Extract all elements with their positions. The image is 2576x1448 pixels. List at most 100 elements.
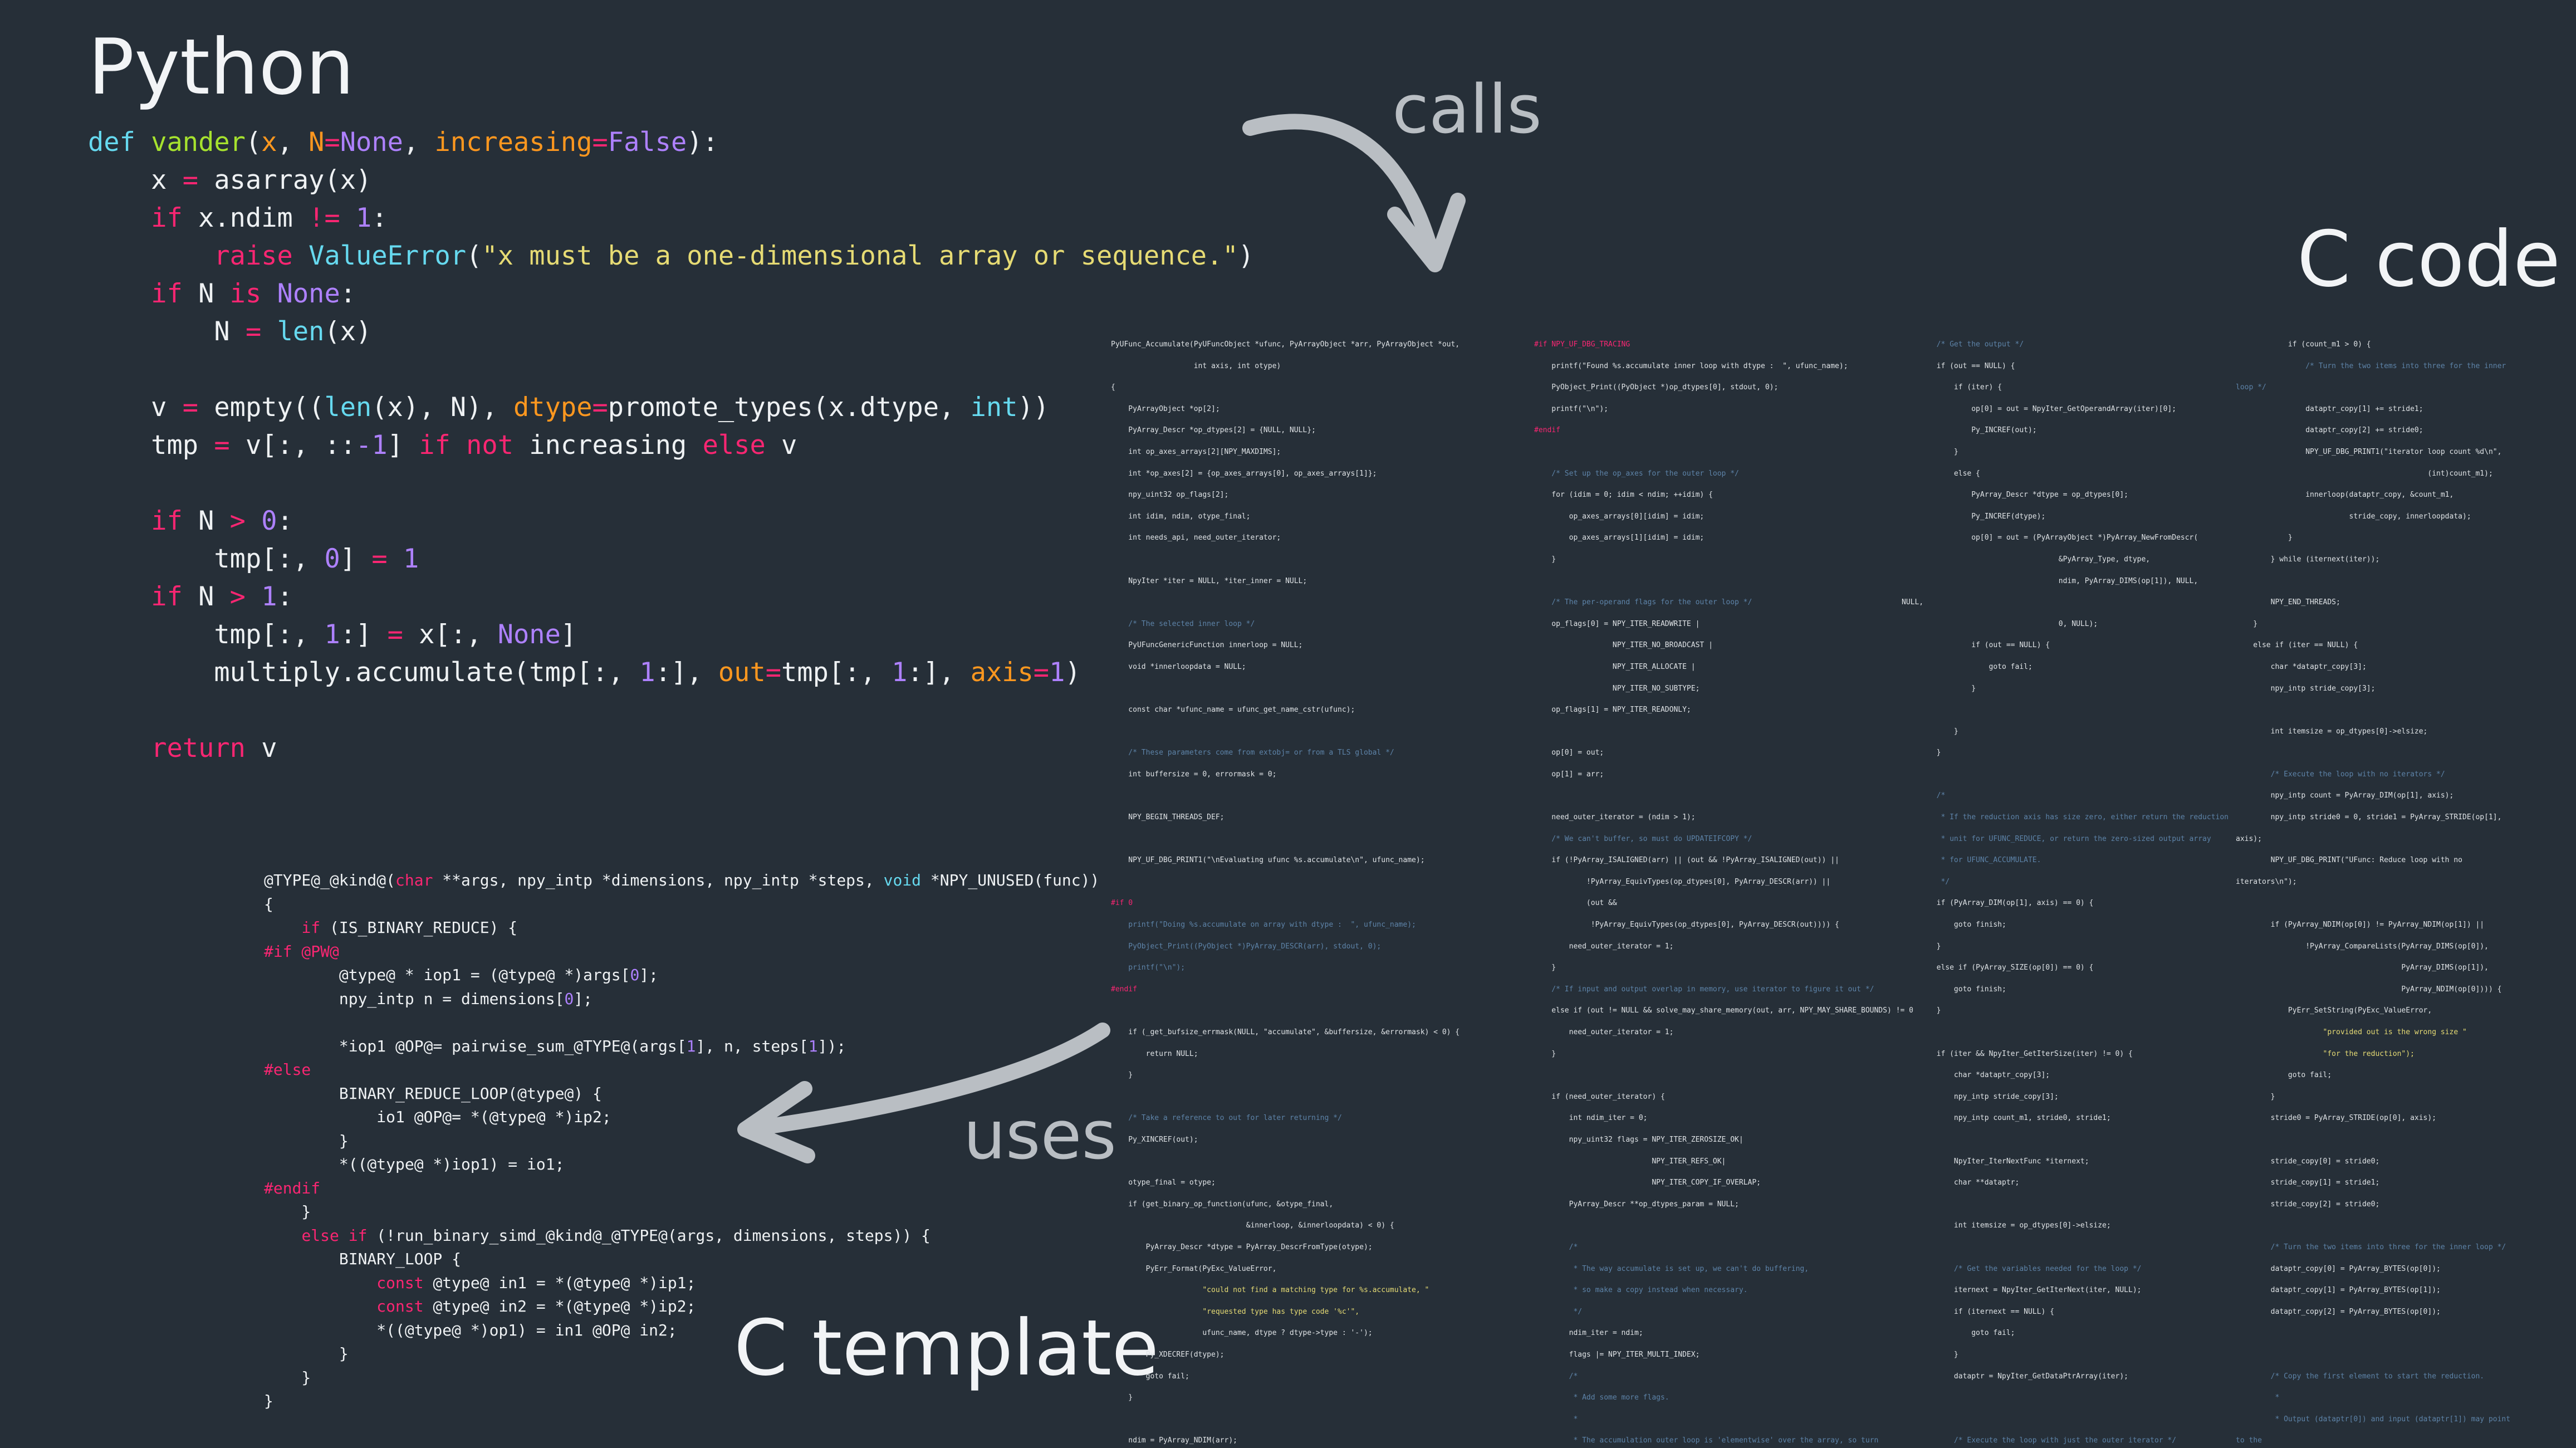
code-line: PyArray_Descr *dtype = op_dtypes[0]; xyxy=(1902,485,2247,506)
code-token: /* xyxy=(1534,1242,1578,1251)
code-token: :], xyxy=(655,657,718,688)
code-token: ]); xyxy=(817,1036,846,1055)
code-token: else if xyxy=(301,1226,368,1245)
code-token: ]; xyxy=(574,989,593,1008)
code-token: PyErr_SetString(PyExc_ValueError, xyxy=(2236,1006,2432,1015)
code-line: npy_uint32 op_flags[2]; xyxy=(1111,485,1512,506)
code-token: promote_types(x.dtype, xyxy=(608,392,971,423)
code-line: int *op_axes[2] = {op_axes_arrays[0], op… xyxy=(1111,463,1512,485)
code-token: dtype xyxy=(513,392,592,423)
code-line: Py_XDECREF(dtype); xyxy=(1111,1344,1512,1366)
code-token: if (iter && NpyIter_GetIterSize(iter) !=… xyxy=(1902,1049,2133,1058)
code-token: } xyxy=(1534,963,1556,972)
code-token: } xyxy=(1902,727,1958,736)
code-line: &innerloop, &innerloopdata) < 0) { xyxy=(1111,1215,1512,1237)
code-line: if (get_binary_op_function(ufunc, &otype… xyxy=(1111,1194,1512,1216)
code-token: "for the reduction"); xyxy=(2236,1049,2415,1058)
code-token: &innerloop, &innerloopdata) < 0) { xyxy=(1111,1221,1394,1230)
code-token: if (iternext == NULL) { xyxy=(1902,1307,2054,1316)
code-token: 1 xyxy=(639,657,655,688)
code-token: NPY_ITER_ALLOCATE | xyxy=(1534,662,1696,671)
code-line: NpyIter_IterNextFunc *iternext; xyxy=(1902,1151,2247,1173)
code-token: else if (PyArray_SIZE(op[0]) == 0) { xyxy=(1902,963,2094,972)
code-line: ufunc_name, dtype ? dtype->type : '-'); xyxy=(1111,1323,1512,1344)
code-token: /* The selected inner loop */ xyxy=(1111,619,1255,628)
code-token: return xyxy=(151,733,246,764)
code-token: stride0 = PyArray_STRIDE(op[0], axis); xyxy=(2236,1114,2437,1123)
code-line: int op_axes_arrays[2][NPY_MAXDIMS]; xyxy=(1111,442,1512,463)
code-line: dataptr_copy[0] = PyArray_BYTES(op[0]); xyxy=(2236,1259,2570,1280)
code-line: /* Turn the two items into three for the… xyxy=(2236,1237,2570,1259)
code-line: } xyxy=(264,1390,1099,1413)
code-token: ] xyxy=(560,619,577,650)
code-line: } xyxy=(1902,1000,2247,1022)
code-token: else if (iter == NULL) { xyxy=(2236,641,2358,650)
code-line: if (count_m1 > 0) { xyxy=(2236,334,2570,356)
code-token: : xyxy=(371,203,388,233)
code-line: else if (iter == NULL) { xyxy=(2236,635,2570,657)
code-token: else xyxy=(702,430,766,461)
code-line: } while (iternext(iter)); xyxy=(2236,549,2570,571)
code-line: return NULL; xyxy=(1111,1044,1512,1065)
code-line: printf("Found %s.accumulate inner loop w… xyxy=(1534,356,1913,378)
code-token: x xyxy=(88,165,183,195)
code-line: * for UFUNC_ACCUMULATE. xyxy=(1902,850,2247,872)
code-token: len xyxy=(324,392,372,423)
code-token: dataptr_copy[1] += stride1; xyxy=(2236,404,2423,413)
code-line: int idim, ndim, otype_final; xyxy=(1111,506,1512,528)
code-line: op_flags[1] = NPY_ITER_READONLY; xyxy=(1534,699,1913,721)
code-line: goto finish; xyxy=(1902,979,2247,1001)
code-token: ufunc_name, dtype ? dtype->type : '-'); xyxy=(1111,1329,1373,1338)
code-token: = xyxy=(765,657,782,688)
code-token: empty(( xyxy=(198,392,325,423)
python-code-block: def vander(x, N=None, increasing=False):… xyxy=(88,124,1254,767)
code-token: * unit for UFUNC_REDUCE, or return the z… xyxy=(1902,834,2211,843)
code-token: BINARY_REDUCE_LOOP(@type@) { xyxy=(264,1084,602,1103)
code-token: * Add some more flags. xyxy=(1534,1393,1669,1402)
code-line: need_outer_iterator = 1; xyxy=(1534,1022,1913,1044)
code-token: dataptr_copy[0] = PyArray_BYTES(op[0]); xyxy=(2236,1264,2441,1273)
c-code-column: /* Get the output */ if (out == NULL) { … xyxy=(1902,334,2247,1448)
code-line: op[0] = out = (PyArrayObject *)PyArray_N… xyxy=(1902,527,2247,549)
code-token: "provided out is the wrong size " xyxy=(2236,1028,2467,1036)
code-token: * If the reduction axis has size zero, e… xyxy=(1902,813,2229,822)
code-token: innerloop(dataptr_copy, &count_m1, xyxy=(2236,491,2454,500)
c-code-column: #if NPY_UF_DBG_TRACING printf("Found %s.… xyxy=(1534,334,1913,1448)
code-token: (!run_binary_simd_@kind@_@TYPE@(args, di… xyxy=(367,1226,931,1245)
code-token: op[0] = out = (PyArrayObject *)PyArray_N… xyxy=(1902,534,2198,542)
code-token: v[:, :: xyxy=(229,430,356,461)
code-token: } while (iternext(iter)); xyxy=(2236,555,2380,564)
code-line: "provided out is the wrong size " xyxy=(2236,1022,2570,1044)
code-token: ( xyxy=(245,127,262,158)
code-token: > xyxy=(229,581,246,612)
code-line: multiply.accumulate(tmp[:, 1:], out=tmp[… xyxy=(88,654,1254,692)
code-token: !PyArray_EquivTypes(op_dtypes[0], PyArra… xyxy=(1534,877,1831,886)
code-token: 1 xyxy=(686,1036,696,1055)
code-token: goto finish; xyxy=(1902,985,2006,994)
code-token: npy_intp count_m1, stride0, stride1; xyxy=(1902,1114,2111,1123)
code-token: printf("\n"); xyxy=(1534,404,1609,413)
code-line: PyObject_Print((PyObject *)op_dtypes[0],… xyxy=(1534,377,1913,399)
code-token: ndim, PyArray_DIMS(op[1]), NULL, xyxy=(1902,576,2198,585)
code-line: if (!PyArray_ISALIGNED(arr) || (out && !… xyxy=(1534,850,1913,872)
code-line: if (out == NULL) { xyxy=(1902,356,2247,378)
code-line: tmp = v[:, ::-1] if not increasing else … xyxy=(88,427,1254,464)
code-line: goto fail; xyxy=(1902,657,2247,678)
code-token: not xyxy=(466,430,514,461)
code-token: if xyxy=(301,918,321,937)
code-token: (x) xyxy=(324,316,372,347)
code-token: ( xyxy=(466,241,482,271)
code-token: ndim_iter = ndim; xyxy=(1534,1329,1643,1338)
code-token: , xyxy=(403,127,435,158)
code-token: N xyxy=(182,581,230,612)
